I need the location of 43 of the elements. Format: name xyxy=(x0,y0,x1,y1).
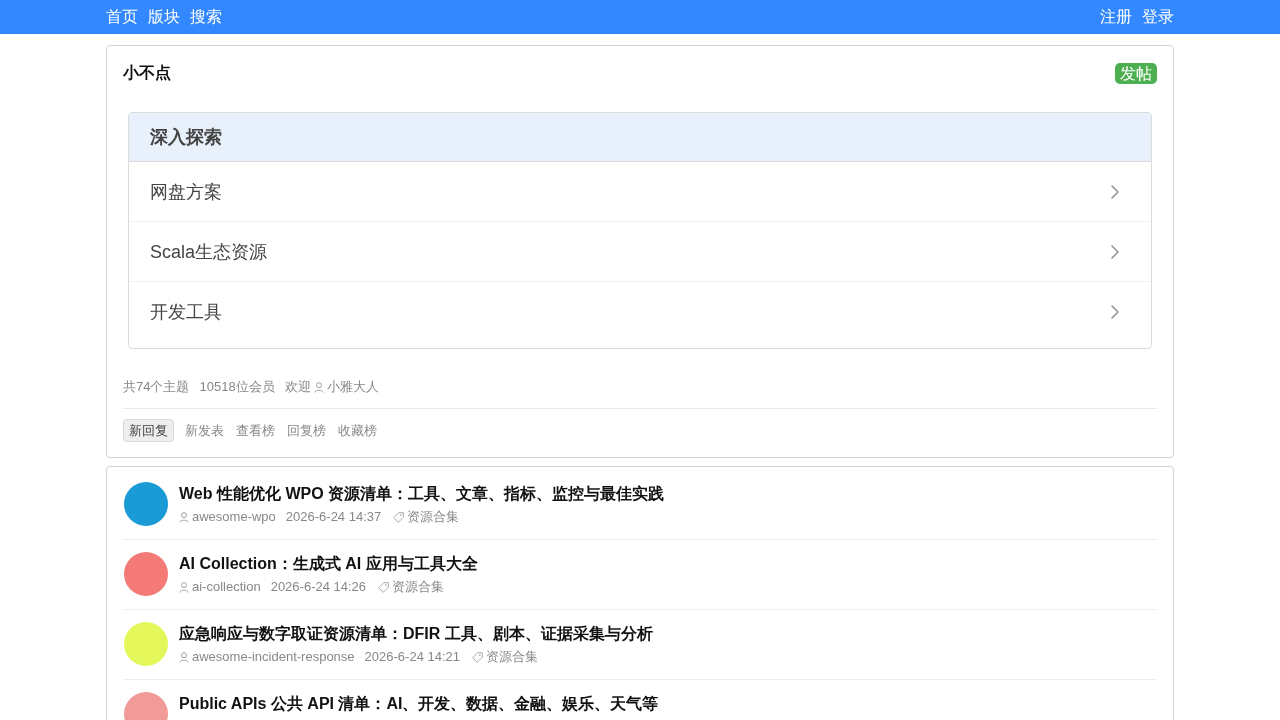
sort-tab[interactable]: 新发表 xyxy=(184,419,225,442)
forum-title: 小不点 xyxy=(123,62,171,83)
chevron-right-icon xyxy=(1111,244,1119,259)
topic-title-link[interactable]: AI Collection：生成式 AI 应用与工具大全 xyxy=(179,553,478,575)
topic-title-link[interactable]: Web 性能优化 WPO 资源清单：工具、文章、指标、监控与最佳实践 xyxy=(179,483,665,505)
tag-icon xyxy=(472,651,483,663)
chevron-right-icon xyxy=(1111,304,1119,319)
tag-link[interactable]: 资源合集 xyxy=(378,578,445,596)
tag-icon xyxy=(378,581,390,593)
nav-link[interactable]: 搜索 xyxy=(190,6,222,28)
topic-title-link[interactable]: 应急响应与数字取证资源清单：DFIR 工具、剧本、证据采集与分析 xyxy=(179,623,653,645)
author-link[interactable]: awesome-incident-response xyxy=(179,648,355,666)
welcome-text: 欢迎 xyxy=(284,378,311,396)
author-link[interactable]: awesome-wpo xyxy=(179,508,276,526)
post-time: 2026-6-24 14:21 xyxy=(364,648,460,666)
user-icon xyxy=(179,651,189,663)
sort-tab[interactable]: 收藏榜 xyxy=(337,419,378,442)
member-count: 10518位会员 xyxy=(199,378,275,396)
nav-link[interactable]: 版块 xyxy=(148,6,180,28)
user-icon xyxy=(179,581,189,593)
explore-item[interactable]: Scala生态资源 xyxy=(129,222,1151,282)
post-time: 2026-6-24 14:37 xyxy=(285,508,382,526)
user-icon xyxy=(313,381,324,393)
user-link[interactable]: 小雅大人 xyxy=(313,378,379,396)
post-time: 2026-6-24 14:26 xyxy=(270,578,367,596)
tag-link[interactable]: 资源合集 xyxy=(472,648,538,666)
sort-tab[interactable]: 新回复 xyxy=(123,419,174,442)
chevron-right-icon xyxy=(1111,184,1119,199)
sort-tab[interactable]: 查看榜 xyxy=(235,419,276,442)
tag-icon xyxy=(393,511,405,523)
explore-item[interactable]: 开发工具 xyxy=(129,282,1151,341)
tag-link[interactable]: 资源合集 xyxy=(393,508,460,526)
topic-title-link[interactable]: Public APIs 公共 API 清单：AI、开发、数据、金融、娱乐、天气等 xyxy=(179,693,659,715)
author-link[interactable]: ai-collection xyxy=(179,578,261,596)
new-post-button[interactable]: 发帖 xyxy=(1115,62,1157,84)
user-icon xyxy=(179,511,189,523)
nav-link[interactable]: 登录 xyxy=(1142,6,1174,28)
nav-link[interactable]: 注册 xyxy=(1100,6,1132,28)
explore-heading: 深入探索 xyxy=(129,113,1151,162)
topic-count: 共74个主题 xyxy=(123,378,190,396)
nav-link[interactable]: 首页 xyxy=(106,6,138,28)
sort-tab[interactable]: 回复榜 xyxy=(286,419,327,442)
explore-item[interactable]: 网盘方案 xyxy=(129,162,1151,222)
